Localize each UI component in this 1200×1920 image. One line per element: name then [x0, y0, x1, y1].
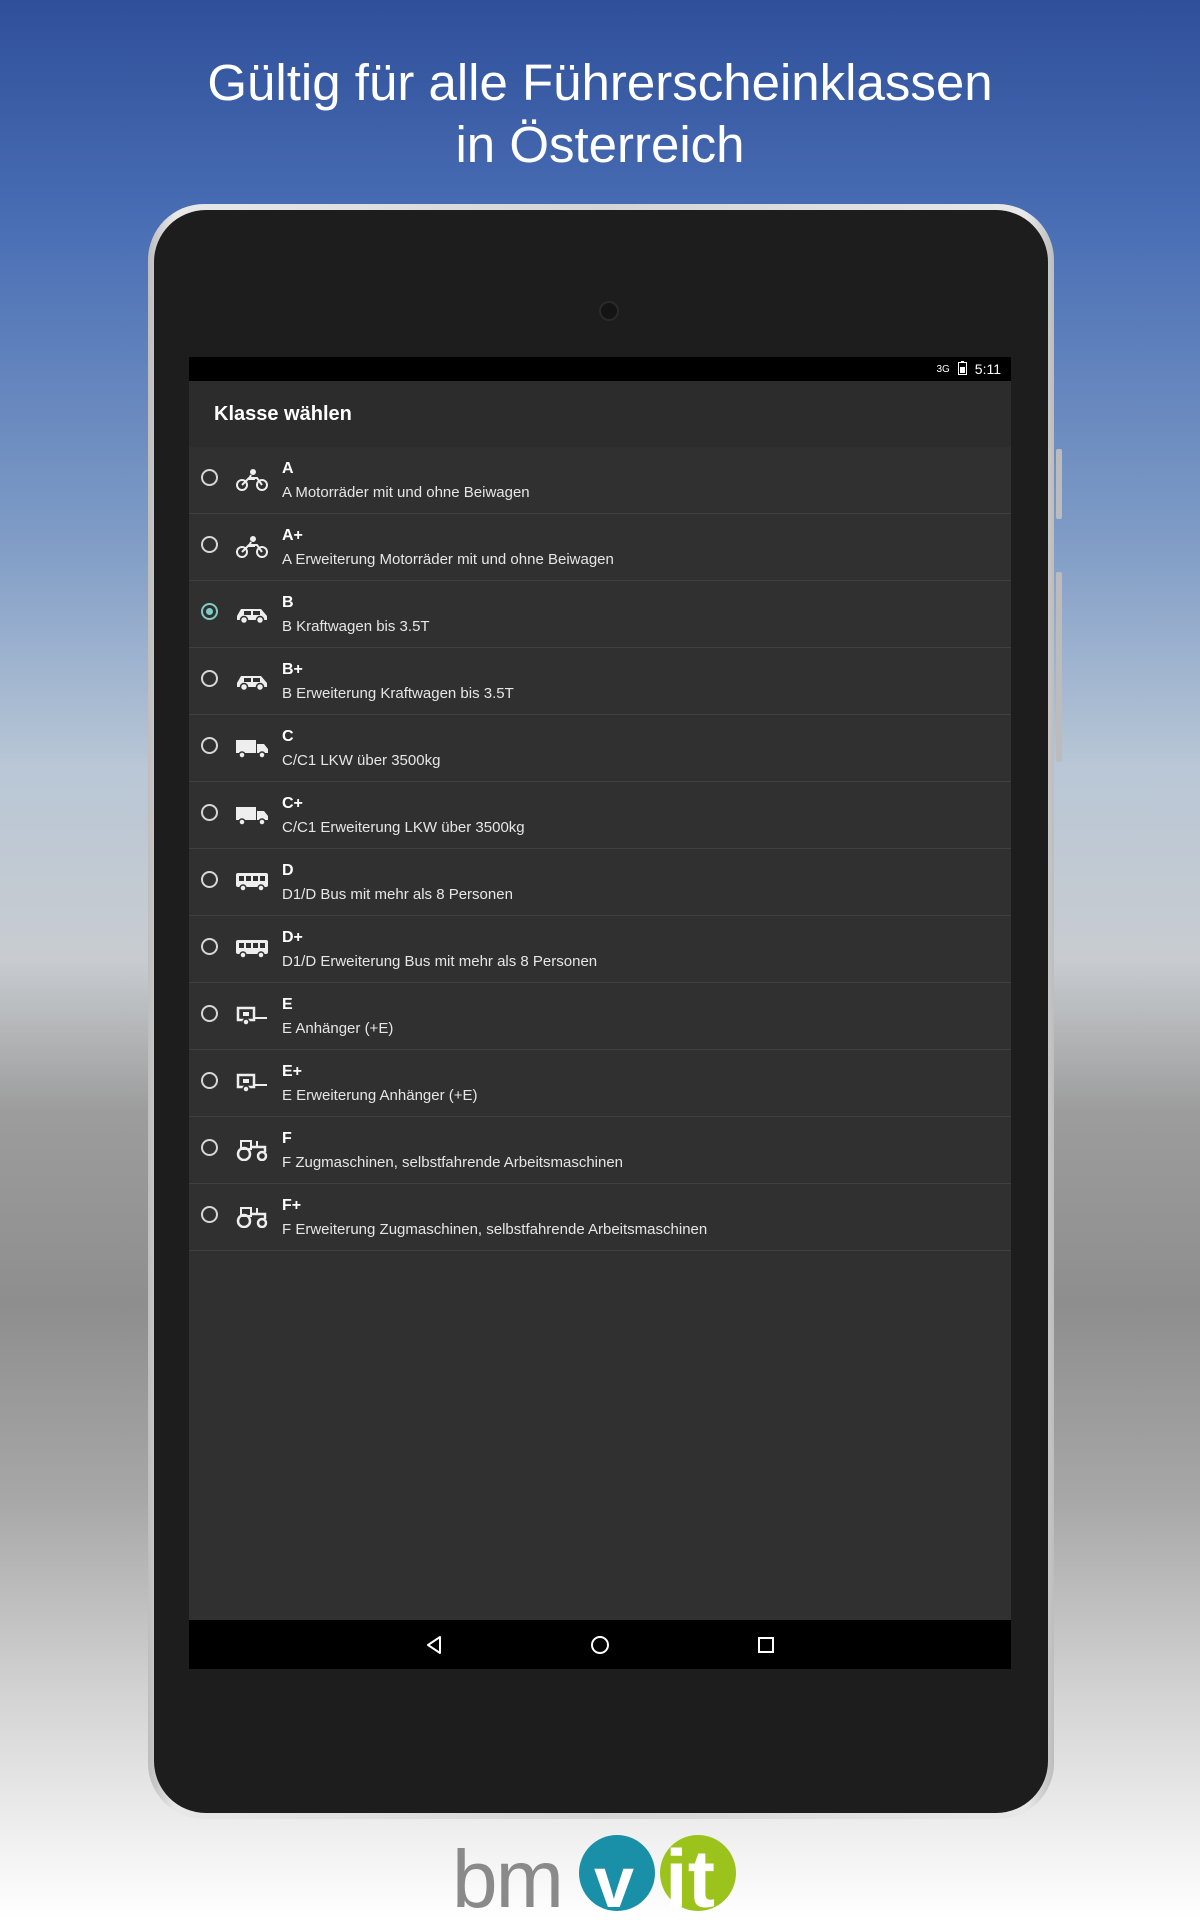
- class-code: B+: [282, 661, 303, 678]
- radio-button[interactable]: [201, 469, 218, 486]
- class-code: F: [282, 1130, 292, 1147]
- tablet-screen: 3G 5:11 Klasse wählen A A Motorräder mit…: [189, 357, 1011, 1669]
- class-code: A+: [282, 527, 303, 544]
- radio-button[interactable]: [201, 737, 218, 754]
- trailer-icon: [236, 1073, 267, 1093]
- list-item-e-plus[interactable]: E+ E Erweiterung Anhänger (+E): [189, 1050, 1011, 1117]
- battery-icon: [957, 360, 967, 378]
- class-code: E: [282, 996, 293, 1013]
- truck-icon: [236, 807, 268, 826]
- svg-text:bm: bm: [452, 1835, 562, 1915]
- list-item-b-plus[interactable]: B+ B Erweiterung Kraftwagen bis 3.5T: [189, 648, 1011, 715]
- class-description: E Anhänger (+E): [282, 1020, 394, 1037]
- class-code: C+: [282, 795, 303, 812]
- class-description: F Zugmaschinen, selbstfahrende Arbeitsma…: [282, 1154, 624, 1171]
- radio-button[interactable]: [201, 804, 218, 821]
- class-description: C/C1 LKW über 3500kg: [282, 752, 441, 769]
- list-item-c[interactable]: C C/C1 LKW über 3500kg: [189, 715, 1011, 782]
- list-item-d[interactable]: D D1/D Bus mit mehr als 8 Personen: [189, 849, 1011, 916]
- motorcycle-icon: [236, 469, 268, 491]
- clock: 5:11: [974, 361, 1001, 377]
- class-code: F+: [282, 1197, 302, 1214]
- class-description: A Erweiterung Motorräder mit und ohne Be…: [282, 551, 614, 568]
- list-item-f[interactable]: F F Zugmaschinen, selbstfahrende Arbeits…: [189, 1117, 1011, 1184]
- radio-button[interactable]: [201, 603, 218, 620]
- trailer-icon: [236, 1006, 267, 1026]
- car-icon: [237, 609, 267, 625]
- svg-text:v: v: [594, 1843, 634, 1915]
- tractor-icon: [236, 1207, 268, 1228]
- class-description: A Motorräder mit und ohne Beiwagen: [282, 484, 530, 501]
- list-item-b[interactable]: B B Kraftwagen bis 3.5T: [189, 581, 1011, 648]
- headline-line-1: Gültig für alle Führerscheinklassen: [207, 54, 993, 111]
- class-code: D: [282, 862, 294, 879]
- radio-button[interactable]: [201, 871, 218, 888]
- radio-button[interactable]: [201, 1139, 218, 1156]
- back-icon[interactable]: [421, 1632, 447, 1658]
- class-description: B Erweiterung Kraftwagen bis 3.5T: [282, 685, 514, 702]
- class-description: D1/D Erweiterung Bus mit mehr als 8 Pers…: [282, 953, 598, 970]
- headline-line-2: in Österreich: [455, 116, 745, 173]
- status-bar: 3G 5:11: [189, 357, 1011, 381]
- radio-button[interactable]: [201, 670, 218, 687]
- motorcycle-icon: [236, 536, 268, 558]
- bmvit-logo: bm v it: [452, 1835, 736, 1915]
- power-button: [1056, 572, 1062, 762]
- class-code: D+: [282, 929, 303, 946]
- svg-text:it: it: [665, 1835, 715, 1915]
- list-item-c-plus[interactable]: C+ C/C1 Erweiterung LKW über 3500kg: [189, 782, 1011, 849]
- radio-button[interactable]: [201, 938, 218, 955]
- radio-button[interactable]: [201, 1206, 218, 1223]
- radio-button[interactable]: [201, 536, 218, 553]
- list-item-a[interactable]: A A Motorräder mit und ohne Beiwagen: [189, 447, 1011, 514]
- car-icon: [237, 676, 267, 692]
- class-description: E Erweiterung Anhänger (+E): [282, 1087, 478, 1104]
- tractor-icon: [236, 1140, 268, 1161]
- headline: Gültig für alle Führerscheinklassen in Ö…: [0, 52, 1200, 176]
- class-description: C/C1 Erweiterung LKW über 3500kg: [282, 819, 525, 836]
- class-code: E+: [282, 1063, 303, 1080]
- signal-icon: 3G: [936, 363, 950, 375]
- list-item-f-plus[interactable]: F+ F Erweiterung Zugmaschinen, selbstfah…: [189, 1184, 1011, 1251]
- navigation-bar: [189, 1620, 1011, 1669]
- class-code: B: [282, 594, 294, 611]
- list-item-d-plus[interactable]: D+ D1/D Erweiterung Bus mit mehr als 8 P…: [189, 916, 1011, 983]
- class-description: D1/D Bus mit mehr als 8 Personen: [282, 886, 513, 903]
- class-list: A A Motorräder mit und ohne Beiwagen A+ …: [189, 447, 1011, 1251]
- class-description: B Kraftwagen bis 3.5T: [282, 618, 430, 635]
- class-code: C: [282, 728, 294, 745]
- list-item-e[interactable]: E E Anhänger (+E): [189, 983, 1011, 1050]
- radio-button[interactable]: [201, 1005, 218, 1022]
- radio-button[interactable]: [201, 1072, 218, 1089]
- bus-icon: [236, 940, 268, 959]
- recents-icon[interactable]: [753, 1632, 779, 1658]
- front-camera: [599, 301, 619, 321]
- dialog-title: Klasse wählen: [189, 381, 1011, 447]
- class-code: A: [282, 460, 294, 477]
- home-icon[interactable]: [587, 1632, 613, 1658]
- class-description: F Erweiterung Zugmaschinen, selbstfahren…: [282, 1221, 708, 1238]
- truck-icon: [236, 740, 268, 759]
- volume-button: [1056, 449, 1062, 519]
- list-item-a-plus[interactable]: A+ A Erweiterung Motorräder mit und ohne…: [189, 514, 1011, 581]
- bus-icon: [236, 873, 268, 892]
